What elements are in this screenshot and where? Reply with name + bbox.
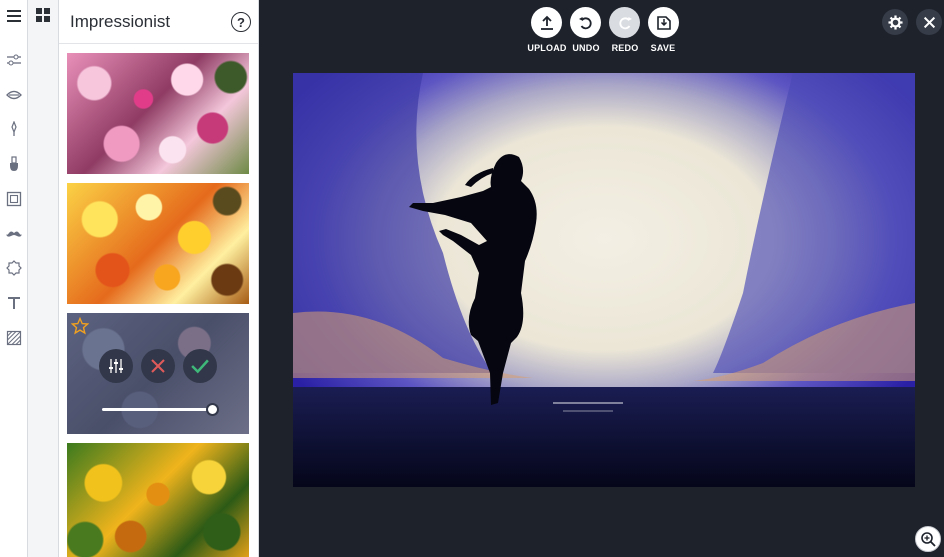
- sliders-icon: [109, 359, 123, 373]
- checkmark-icon: [191, 359, 209, 374]
- redo-icon: [618, 16, 632, 29]
- gear-icon: [887, 14, 903, 30]
- help-button[interactable]: ?: [231, 12, 251, 32]
- eye-icon[interactable]: [4, 85, 24, 105]
- effects-panel: Impressionist ?: [59, 0, 259, 557]
- zoom-button[interactable]: [915, 526, 941, 552]
- text-icon[interactable]: [4, 293, 24, 313]
- star-icon[interactable]: [71, 317, 89, 335]
- apply-effect-button[interactable]: [183, 349, 217, 383]
- close-icon: [151, 359, 165, 373]
- magic-wand-icon[interactable]: [4, 119, 24, 139]
- cancel-effect-button[interactable]: [141, 349, 175, 383]
- close-button[interactable]: [916, 9, 942, 35]
- brush-icon[interactable]: [4, 154, 24, 174]
- texture-icon[interactable]: [4, 328, 24, 348]
- panel-header: Impressionist ?: [59, 0, 258, 44]
- editor-canvas[interactable]: [293, 73, 915, 487]
- redo-button[interactable]: [609, 7, 640, 38]
- effect-thumbnail-yellow[interactable]: [67, 183, 249, 304]
- upload-button[interactable]: [531, 7, 562, 38]
- mustache-icon[interactable]: [4, 224, 24, 244]
- undo-icon: [578, 16, 592, 29]
- intensity-slider-knob[interactable]: [206, 403, 219, 416]
- save-label: SAVE: [650, 43, 676, 53]
- zoom-in-icon: [921, 532, 936, 547]
- panel-title: Impressionist: [70, 12, 171, 31]
- sliders-icon[interactable]: [4, 50, 24, 70]
- close-icon: [923, 16, 935, 28]
- tool-rail: [0, 0, 28, 557]
- effect-thumbnail-green[interactable]: [67, 443, 249, 557]
- undo-button[interactable]: [570, 7, 601, 38]
- effect-thumbnail-selected[interactable]: [67, 313, 249, 434]
- save-button[interactable]: [648, 7, 679, 38]
- save-icon: [656, 15, 671, 30]
- grid-icon[interactable]: [34, 6, 52, 24]
- collection-column: [28, 0, 59, 557]
- intensity-slider-track[interactable]: [102, 408, 212, 411]
- settings-button[interactable]: [882, 9, 908, 35]
- upload-icon: [540, 15, 553, 30]
- effect-thumbnail-pink[interactable]: [67, 53, 249, 174]
- canvas-image: [293, 73, 915, 487]
- sticker-icon[interactable]: [4, 258, 24, 278]
- frame-icon[interactable]: [4, 189, 24, 209]
- menu-icon[interactable]: [4, 6, 24, 26]
- adjust-settings-button[interactable]: [99, 349, 133, 383]
